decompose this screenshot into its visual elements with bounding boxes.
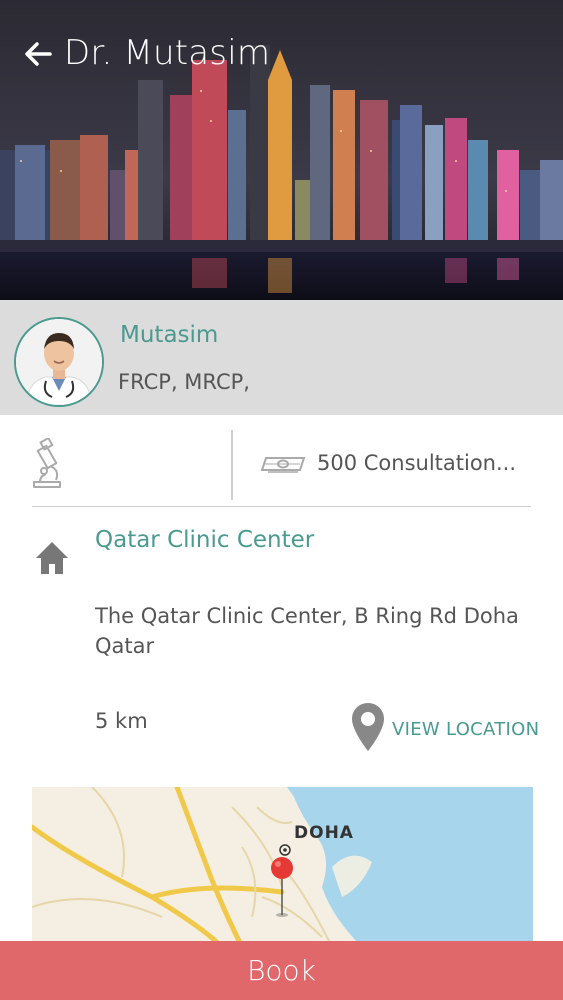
location-pin-icon: [350, 701, 386, 757]
home-icon: [34, 540, 70, 580]
clinic-distance: 5 km: [95, 709, 148, 733]
consultation-fee: 500 Consultation...: [317, 451, 517, 475]
app-header: Dr. Mutasim: [0, 0, 563, 110]
money-icon: [260, 452, 306, 480]
info-divider: [231, 430, 233, 500]
microscope-icon: [30, 437, 64, 494]
clinic-name[interactable]: Qatar Clinic Center: [95, 527, 314, 553]
view-location-label: VIEW LOCATION: [392, 718, 540, 740]
section-divider: [32, 506, 531, 507]
page-title: Dr. Mutasim: [64, 33, 271, 73]
clinic-address: The Qatar Clinic Center, B Ring Rd Doha …: [95, 604, 519, 658]
doctor-qualifications: FRCP, MRCP,: [118, 370, 250, 394]
doctor-avatar: [14, 317, 104, 407]
book-button[interactable]: Book: [0, 941, 563, 1000]
map-city-label: DOHA: [294, 823, 354, 843]
location-map[interactable]: DOHA: [32, 787, 533, 947]
back-button[interactable]: [20, 36, 56, 72]
doctor-name: Mutasim: [120, 322, 219, 348]
view-location-button[interactable]: VIEW LOCATION: [350, 703, 539, 755]
arrow-left-icon: [25, 42, 52, 66]
